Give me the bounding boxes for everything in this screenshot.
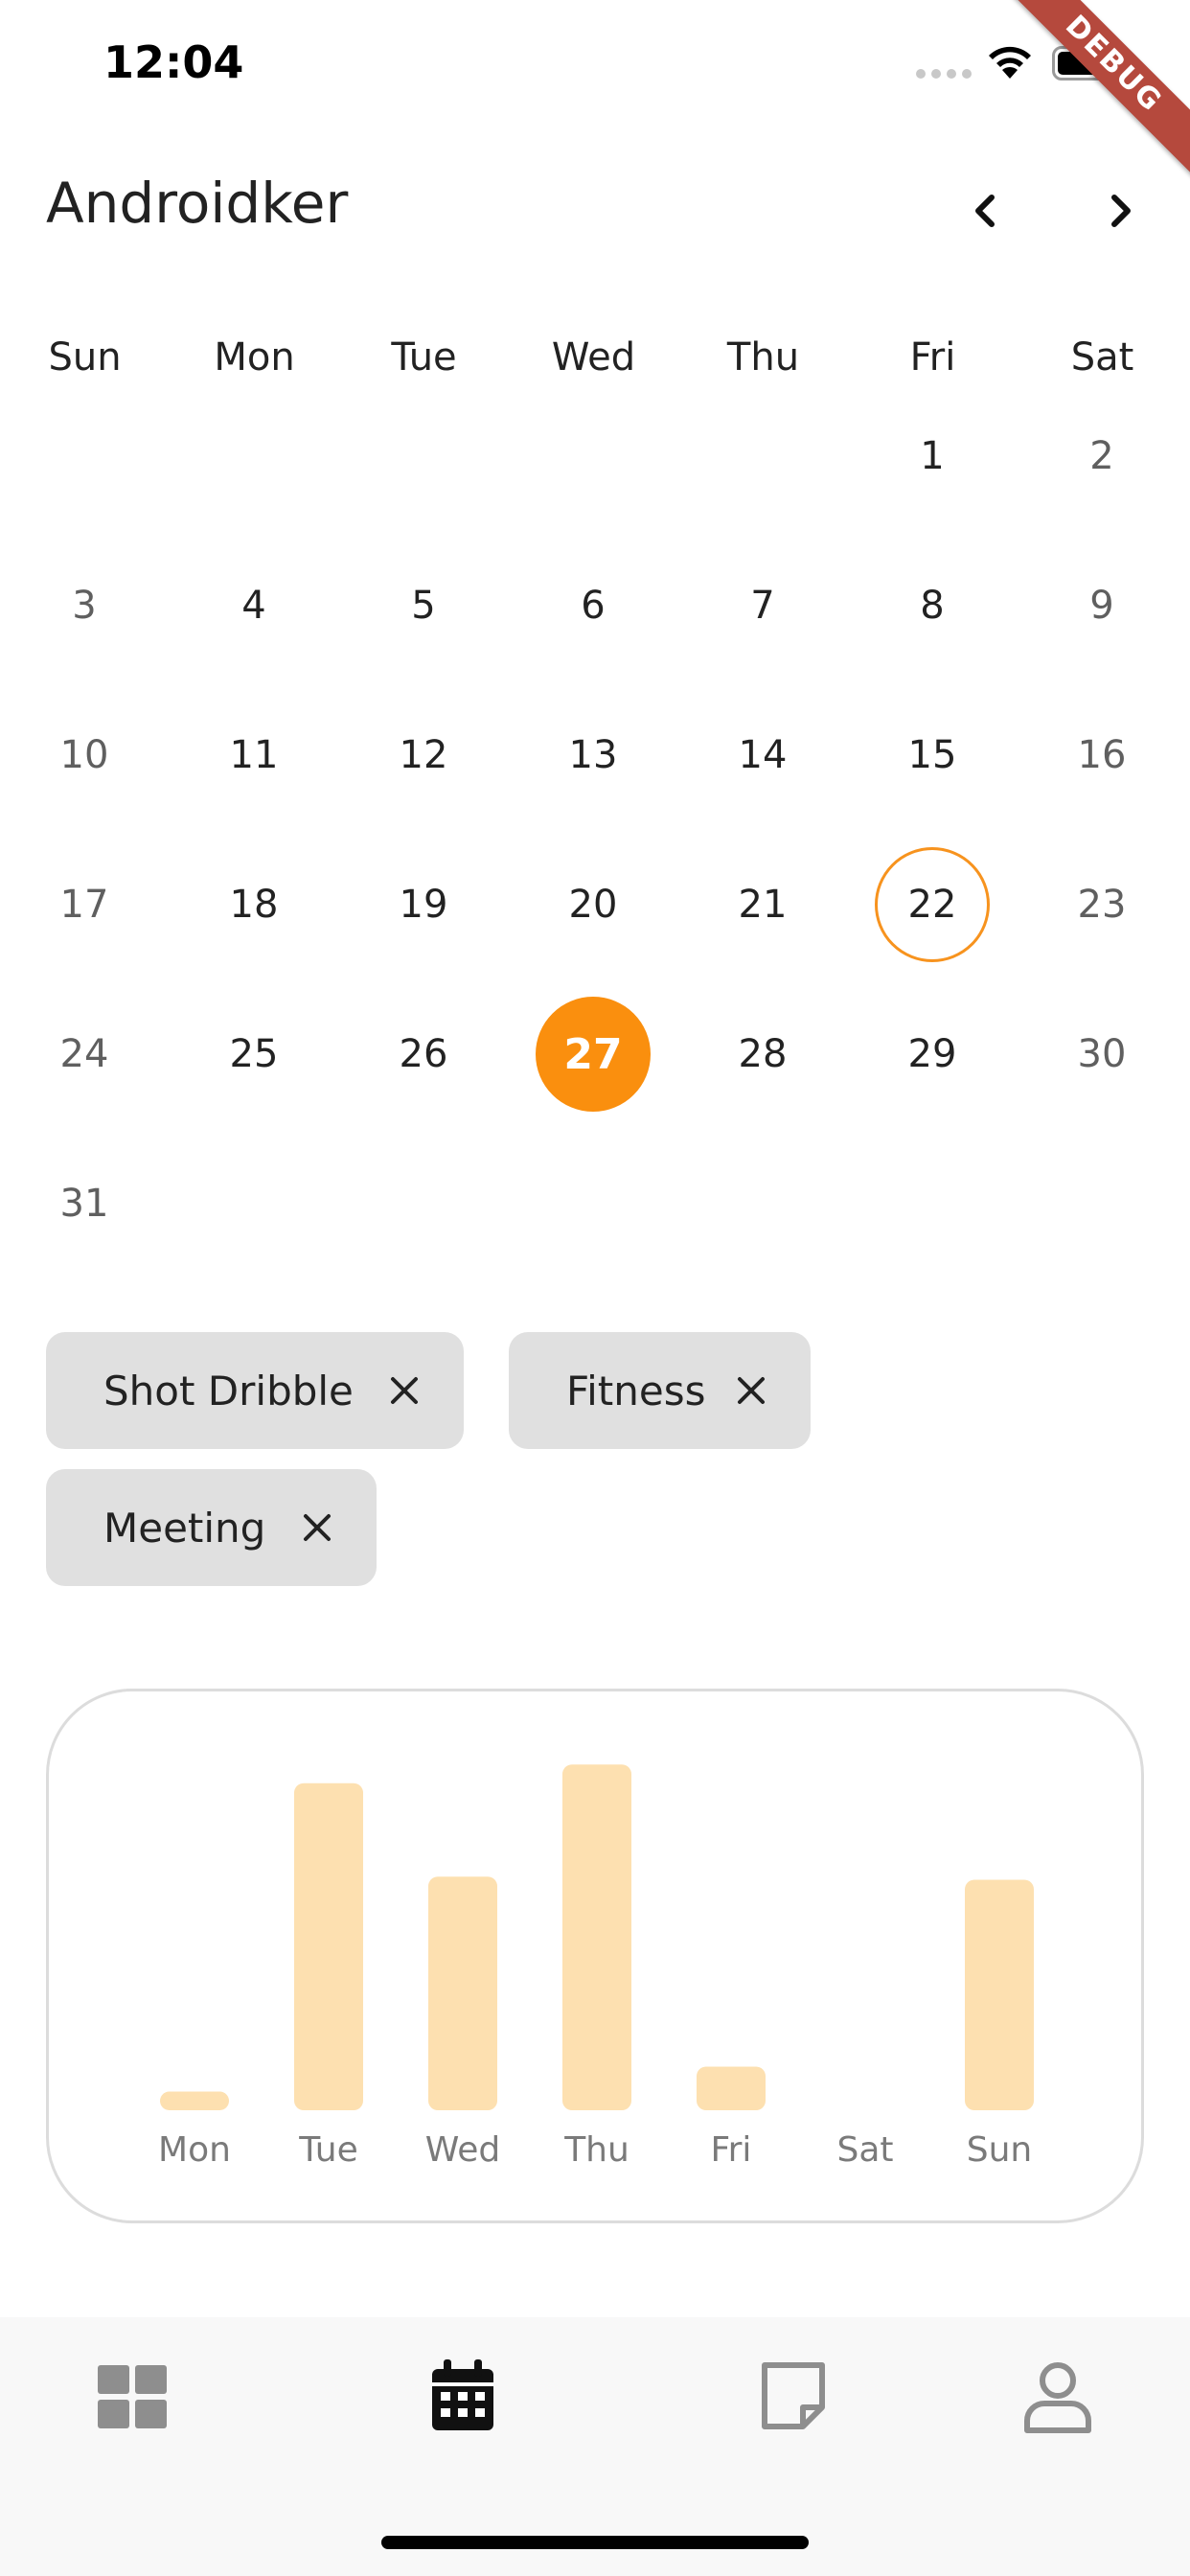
weekday-label: Fri [909, 335, 956, 380]
calendar-day[interactable]: 26 [366, 997, 481, 1112]
calendar-day[interactable]: 14 [705, 698, 820, 813]
calendar-day[interactable]: 30 [1044, 997, 1159, 1112]
weekday-label: Wed [551, 335, 636, 380]
calendar-day[interactable]: 9 [1044, 548, 1159, 663]
chart-bar [428, 1876, 497, 2110]
chart-bar [697, 2066, 766, 2110]
chart-bar [562, 1764, 631, 2110]
chart-category-label: Sat [836, 2130, 893, 2170]
calendar-day[interactable]: 2 [1044, 399, 1159, 514]
calendar-day[interactable]: 29 [875, 997, 990, 1112]
calendar-day[interactable]: 11 [196, 698, 311, 813]
chart-category-label: Mon [158, 2130, 231, 2170]
chart-category-label: Fri [711, 2130, 752, 2170]
weekday-label: Thu [726, 335, 800, 380]
tag-chip-label: Meeting [103, 1504, 266, 1552]
chevron-left-icon [975, 195, 995, 227]
cellular-signal-icon [916, 69, 972, 79]
calendar-day[interactable]: 10 [27, 698, 142, 813]
chart-category-label: Wed [425, 2130, 501, 2170]
close-icon[interactable] [298, 1508, 336, 1547]
close-icon[interactable] [732, 1371, 770, 1410]
calendar-day[interactable]: 15 [875, 698, 990, 813]
calendar-day[interactable]: 17 [27, 847, 142, 962]
chart-category-label: Sun [967, 2130, 1032, 2170]
weekly-bar-chart: Mon Tue Wed Thu Fri Sat Sun [158, 1764, 1034, 2170]
tag-chip-label: Shot Dribble [103, 1367, 354, 1414]
calendar-day[interactable]: 24 [27, 997, 142, 1112]
calendar-day[interactable]: 5 [366, 548, 481, 663]
weekday-label: Mon [214, 335, 295, 380]
calendar-day[interactable]: 8 [875, 548, 990, 663]
wifi-icon [989, 46, 1031, 79]
calendar-day[interactable]: 6 [536, 548, 651, 663]
calendar-day[interactable]: 28 [705, 997, 820, 1112]
calendar-day-selected[interactable]: 27 [536, 997, 651, 1112]
calendar-day[interactable]: 23 [1044, 847, 1159, 962]
weekday-label: Sat [1070, 335, 1134, 380]
tag-chip[interactable]: Meeting [46, 1469, 377, 1586]
weekday-header-row: Sun Mon Tue Wed Thu Fri Sat [0, 335, 1190, 383]
calendar-day[interactable]: 25 [196, 997, 311, 1112]
calendar-day[interactable]: 16 [1044, 698, 1159, 813]
calendar-day[interactable]: 12 [366, 698, 481, 813]
weekday-label: Tue [391, 335, 457, 380]
profile-icon[interactable] [1019, 2358, 1096, 2434]
calendar-day[interactable]: 31 [27, 1146, 142, 1261]
chart-category-label: Tue [298, 2130, 358, 2170]
chart-category-label: Thu [563, 2130, 629, 2170]
weekday-label: Sun [48, 335, 122, 380]
tag-chip-label: Fitness [566, 1367, 706, 1414]
tag-chip[interactable]: Shot Dribble [46, 1332, 464, 1449]
calendar-day[interactable]: 3 [27, 548, 142, 663]
chevron-right-icon [1111, 195, 1131, 227]
calendar-day[interactable]: 21 [705, 847, 820, 962]
home-indicator[interactable] [381, 2536, 809, 2549]
weekly-chart-card: Mon Tue Wed Thu Fri Sat Sun [46, 1689, 1144, 2223]
next-month-button[interactable] [1092, 182, 1150, 240]
calendar-day-today[interactable]: 22 [875, 847, 990, 962]
calendar-day[interactable]: 19 [366, 847, 481, 962]
chart-bar [294, 1782, 363, 2110]
chart-bar [965, 1879, 1034, 2110]
chart-bar [160, 2091, 229, 2110]
note-icon[interactable] [755, 2358, 832, 2434]
calendar-day[interactable]: 1 [875, 399, 990, 514]
calendar-day[interactable]: 13 [536, 698, 651, 813]
calendar-day[interactable]: 20 [536, 847, 651, 962]
calendar-day[interactable]: 7 [705, 548, 820, 663]
debug-banner: DEBUG [995, 0, 1190, 182]
calendar-day[interactable]: 4 [196, 548, 311, 663]
calendar-day[interactable]: 18 [196, 847, 311, 962]
close-icon[interactable] [385, 1371, 423, 1410]
calendar-icon[interactable] [424, 2358, 501, 2434]
dashboard-icon[interactable] [94, 2358, 171, 2434]
previous-month-button[interactable] [956, 182, 1014, 240]
status-time: 12:04 [103, 36, 244, 88]
tag-chip[interactable]: Fitness [509, 1332, 811, 1449]
calendar-title: Androidker [46, 171, 349, 236]
